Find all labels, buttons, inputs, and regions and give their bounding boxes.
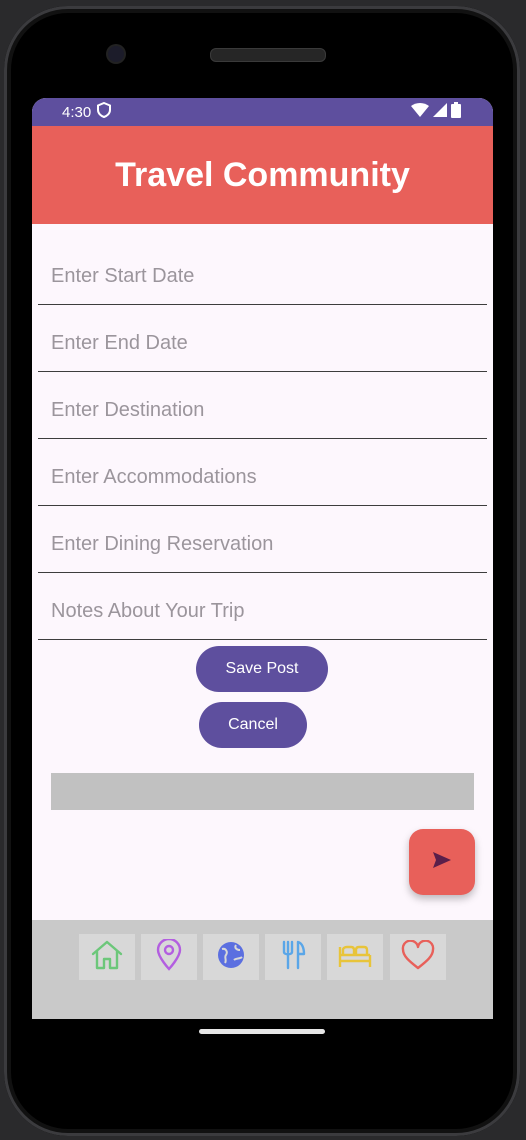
accommodations-field-container bbox=[38, 439, 487, 506]
front-camera bbox=[108, 46, 124, 62]
status-time: 4:30 bbox=[62, 103, 92, 121]
nav-globe-button[interactable] bbox=[203, 934, 259, 980]
destination-field-container bbox=[38, 372, 487, 439]
app-title: Travel Community bbox=[115, 155, 410, 194]
start-date-field-container bbox=[38, 238, 487, 305]
placeholder-bar bbox=[51, 773, 474, 810]
trip-notes-input[interactable] bbox=[38, 587, 487, 635]
send-fab-button[interactable] bbox=[409, 829, 475, 895]
cancel-button[interactable]: Cancel bbox=[199, 702, 307, 748]
shield-icon bbox=[97, 101, 112, 122]
cell-signal-icon bbox=[433, 103, 447, 121]
nav-accommodations-button[interactable] bbox=[327, 934, 383, 980]
wifi-icon bbox=[411, 103, 429, 121]
nav-dining-button[interactable] bbox=[265, 934, 321, 980]
app-screen: 4:30 Travel Community Enter Start Date E… bbox=[32, 98, 493, 1019]
gesture-home-bar[interactable] bbox=[199, 1029, 325, 1034]
trip-form bbox=[32, 224, 493, 640]
earpiece-speaker bbox=[210, 48, 326, 62]
send-icon bbox=[432, 851, 452, 874]
end-date-field-container bbox=[38, 305, 487, 372]
bed-icon bbox=[337, 941, 373, 974]
nav-location-button[interactable] bbox=[141, 934, 197, 980]
bottom-navigation bbox=[32, 920, 493, 1019]
dining-reservation-input[interactable] bbox=[38, 520, 487, 568]
nav-favorites-button[interactable] bbox=[390, 934, 446, 980]
heart-icon bbox=[401, 938, 435, 975]
end-date-input[interactable] bbox=[38, 319, 487, 367]
home-icon bbox=[90, 940, 124, 975]
location-pin-icon bbox=[156, 937, 182, 976]
battery-icon bbox=[451, 102, 461, 122]
dining-field-container bbox=[38, 506, 487, 573]
destination-input[interactable] bbox=[38, 386, 487, 434]
start-date-input[interactable] bbox=[38, 252, 487, 300]
accommodations-input[interactable] bbox=[38, 453, 487, 501]
save-post-button[interactable]: Save Post bbox=[196, 646, 328, 692]
status-bar: 4:30 bbox=[32, 98, 493, 126]
dining-icon bbox=[279, 940, 307, 975]
notes-field-container bbox=[38, 573, 487, 640]
app-bar: Travel Community bbox=[32, 126, 493, 224]
globe-icon bbox=[216, 940, 246, 975]
nav-home-button[interactable] bbox=[79, 934, 135, 980]
